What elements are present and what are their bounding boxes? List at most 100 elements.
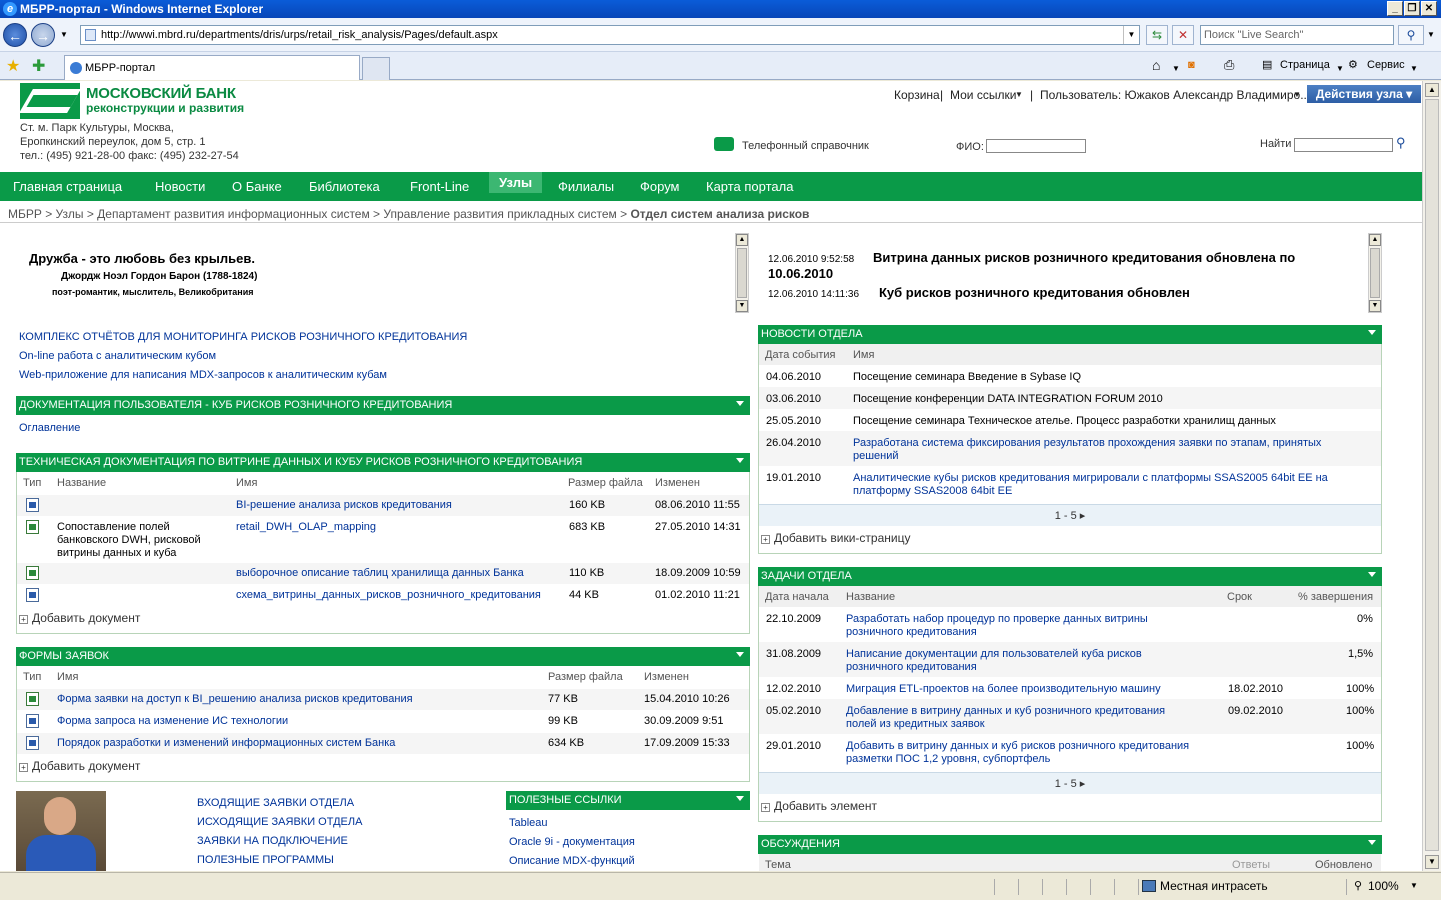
tasks-pager[interactable]: 1 - 5 ▸ xyxy=(759,772,1381,794)
home-dropdown-icon[interactable]: ▼ xyxy=(1172,61,1180,77)
useful-links-header[interactable]: ПОЛЕЗНЫЕ ССЫЛКИ xyxy=(506,791,750,810)
user-docs-contents-link[interactable]: Оглавление xyxy=(19,422,80,434)
news-item-link[interactable]: Аналитические кубы рисков кредитования м… xyxy=(853,472,1328,485)
find-input[interactable] xyxy=(1294,138,1393,152)
close-button[interactable]: ✕ xyxy=(1421,1,1437,16)
maximize-button[interactable]: ❐ xyxy=(1404,1,1420,16)
column-header[interactable]: Имя xyxy=(57,671,78,683)
news-item-link[interactable]: Посещение семинара Техническое ателье. П… xyxy=(853,415,1276,428)
column-header[interactable]: Размер файла xyxy=(568,477,643,489)
news-pager[interactable]: 1 - 5 ▸ xyxy=(759,504,1381,526)
news-item-link[interactable]: Посещение семинара Введение в Sybase IQ xyxy=(853,371,1081,384)
nav-home[interactable]: Главная страница xyxy=(13,172,122,201)
column-header[interactable]: Изменен xyxy=(655,477,700,489)
form-name-link[interactable]: Форма запроса на изменение ИС технологии xyxy=(57,715,288,728)
back-button[interactable]: ← xyxy=(3,23,27,47)
form-name-link[interactable]: Форма заявки на доступ к BI_решению анал… xyxy=(57,693,413,706)
task-link-cont[interactable]: розничного кредитования xyxy=(846,626,977,639)
nav-front-line[interactable]: Front-Line xyxy=(410,172,469,201)
print-icon[interactable]: ⎙ xyxy=(1224,57,1234,73)
task-link-cont[interactable]: полей из кредитных заявок xyxy=(846,718,985,731)
report-complex-link[interactable]: КОМПЛЕКС ОТЧЁТОВ ДЛЯ МОНИТОРИНГА РИСКОВ … xyxy=(19,331,467,343)
collapse-arrow-icon[interactable] xyxy=(1368,840,1376,845)
column-header[interactable]: Имя xyxy=(236,477,257,489)
useful-programs-link[interactable]: ПОЛЕЗНЫЕ ПРОГРАММЫ xyxy=(197,854,334,866)
user-docs-header[interactable]: ДОКУМЕНТАЦИЯ ПОЛЬЗОВАТЕЛЯ - КУБ РИСКОВ Р… xyxy=(16,396,750,415)
column-header[interactable]: Имя xyxy=(853,349,874,361)
zoom-dropdown-icon[interactable]: ▼ xyxy=(1410,873,1418,899)
column-header[interactable]: % завершения xyxy=(1298,591,1373,603)
nav-sites[interactable]: Узлы xyxy=(489,172,543,193)
tab-mbrr-portal[interactable]: МБРР-портал xyxy=(64,55,360,80)
tasks-header[interactable]: ЗАДАЧИ ОТДЕЛА xyxy=(758,567,1382,586)
collapse-arrow-icon[interactable] xyxy=(736,458,744,463)
news-header[interactable]: НОВОСТИ ОТДЕЛА xyxy=(758,325,1382,344)
task-link[interactable]: Добавление в витрину данных и куб рознич… xyxy=(846,705,1165,718)
doc-name-link[interactable]: retail_DWH_OLAP_mapping xyxy=(236,521,376,534)
announcements-scrollbar[interactable]: ▲ ▼ xyxy=(1368,233,1382,313)
task-link-cont[interactable]: разметки ПОС 1,2 уровня, субпортфель xyxy=(846,753,1050,766)
tech-docs-header[interactable]: ТЕХНИЧЕСКАЯ ДОКУМЕНТАЦИЯ ПО ВИТРИНЕ ДАНН… xyxy=(16,453,750,472)
news-item-link-cont[interactable]: платформу SSAS2008 64bit EE xyxy=(853,485,1012,498)
news-item-link-cont[interactable]: решений xyxy=(853,450,899,463)
column-header[interactable]: Размер файла xyxy=(548,671,623,683)
column-header[interactable]: Название xyxy=(57,477,106,489)
column-header[interactable]: Дата начала xyxy=(765,591,829,603)
site-actions-button[interactable]: Действия узла ▾ xyxy=(1307,85,1421,103)
announcement-title[interactable]: Куб рисков розничного кредитования обнов… xyxy=(879,285,1190,300)
minimize-button[interactable]: _ xyxy=(1387,1,1403,16)
column-header[interactable]: Тип xyxy=(23,671,41,683)
phonebook-link[interactable]: Телефонный справочник xyxy=(742,140,869,152)
column-header[interactable]: Изменен xyxy=(644,671,689,683)
scroll-up-icon[interactable]: ▲ xyxy=(1369,234,1381,246)
collapse-arrow-icon[interactable] xyxy=(1368,572,1376,577)
zoom-level[interactable]: 100% xyxy=(1368,873,1399,899)
new-tab-button[interactable] xyxy=(362,57,390,80)
find-search-icon[interactable]: ⚲ xyxy=(1396,135,1406,151)
scroll-down-icon[interactable]: ▼ xyxy=(736,300,748,312)
mdx-app-link[interactable]: Web-приложение для написания MDX-запросо… xyxy=(19,369,387,381)
column-header[interactable]: Ответы xyxy=(1232,859,1270,871)
task-link-cont[interactable]: розничного кредитования xyxy=(846,661,977,674)
announcement-title[interactable]: Витрина данных рисков розничного кредито… xyxy=(873,250,1295,265)
search-dropdown-icon[interactable]: ▼ xyxy=(1427,30,1435,39)
incoming-requests-link[interactable]: ВХОДЯЩИЕ ЗАЯВКИ ОТДЕЛА xyxy=(197,797,354,809)
refresh-icon[interactable]: ⇆ xyxy=(1146,25,1168,45)
column-header[interactable]: Обновлено xyxy=(1315,859,1372,871)
nav-forum[interactable]: Форум xyxy=(640,172,680,201)
tableau-link[interactable]: Tableau xyxy=(509,817,548,829)
scroll-down-icon[interactable]: ▼ xyxy=(1425,855,1439,869)
doc-name-link[interactable]: схема_витрины_данных_рисков_розничного_к… xyxy=(236,589,541,602)
add-document-link[interactable]: Добавить документ xyxy=(32,760,140,773)
announcement-title-cont[interactable]: 10.06.2010 xyxy=(768,266,833,281)
fio-input[interactable] xyxy=(986,139,1086,153)
cart-link[interactable]: Корзина xyxy=(894,88,940,102)
address-bar[interactable]: http://wwwi.mbrd.ru/departments/dris/urp… xyxy=(80,25,1140,45)
column-header[interactable]: Тема xyxy=(765,859,791,871)
add-item-link[interactable]: Добавить элемент xyxy=(774,800,877,813)
column-header[interactable]: Дата события xyxy=(765,349,836,361)
page-menu[interactable]: Страница xyxy=(1280,57,1330,73)
my-links-menu[interactable]: Мои ссылки xyxy=(950,88,1016,102)
history-dropdown-icon[interactable]: ▼ xyxy=(60,30,68,39)
news-item-link[interactable]: Посещение конференции DATA INTEGRATION F… xyxy=(853,393,1163,406)
next-page-icon[interactable]: ▸ xyxy=(1080,510,1086,522)
favorites-star-icon[interactable]: ★ xyxy=(6,56,20,76)
address-dropdown-icon[interactable]: ▼ xyxy=(1123,26,1139,44)
collapse-arrow-icon[interactable] xyxy=(736,796,744,801)
task-link[interactable]: Добавить в витрину данных и куб рисков р… xyxy=(846,740,1189,753)
home-icon[interactable]: ⌂ xyxy=(1152,57,1160,73)
task-link[interactable]: Разработать набор процедур по проверке д… xyxy=(846,613,1148,626)
discussions-header[interactable]: ОБСУЖДЕНИЯ xyxy=(758,835,1382,854)
outgoing-requests-link[interactable]: ИСХОДЯЩИЕ ЗАЯВКИ ОТДЕЛА xyxy=(197,816,362,828)
add-document-link[interactable]: Добавить документ xyxy=(32,612,140,625)
connection-requests-link[interactable]: ЗАЯВКИ НА ПОДКЛЮЧЕНИЕ xyxy=(197,835,348,847)
forward-button[interactable]: → xyxy=(31,23,55,47)
search-icon[interactable]: ⚲ xyxy=(1398,25,1424,45)
stop-icon[interactable]: ✕ xyxy=(1172,25,1194,45)
add-wiki-page-link[interactable]: Добавить вики-страницу xyxy=(774,532,910,545)
collapse-arrow-icon[interactable] xyxy=(736,401,744,406)
nav-library[interactable]: Библиотека xyxy=(309,172,380,201)
column-header[interactable]: Название xyxy=(846,591,895,603)
next-page-icon[interactable]: ▸ xyxy=(1080,778,1086,790)
